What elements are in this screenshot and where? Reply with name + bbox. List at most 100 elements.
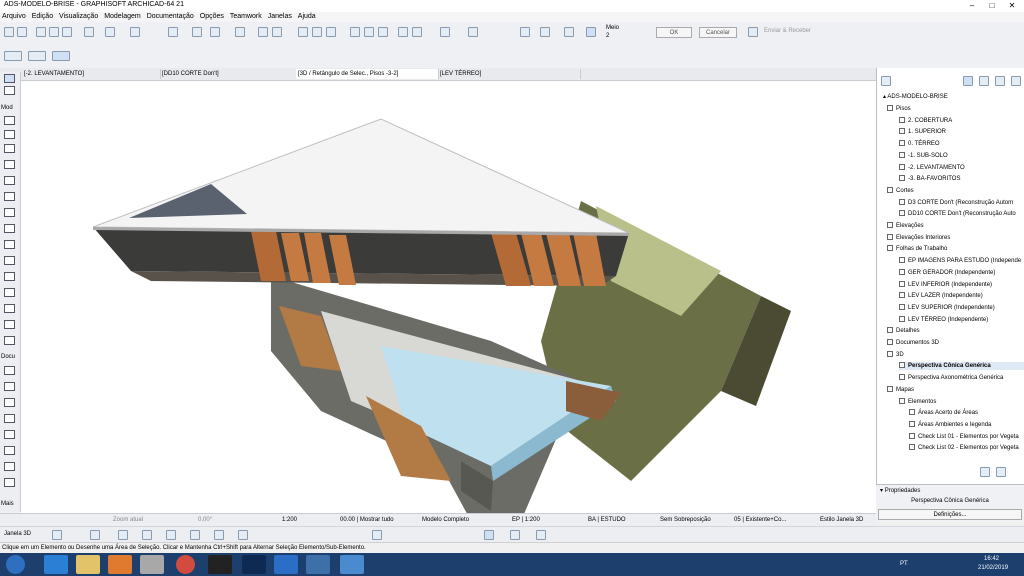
tree-item[interactable]: Check List 02 - Elementos por Vegeta (909, 444, 1019, 452)
clone-view-icon[interactable] (996, 467, 1006, 477)
tree-item[interactable]: EP IMAGENS PARA ESTUDO (Independe (899, 257, 1021, 265)
3d-viewport[interactable] (21, 81, 876, 513)
settings-button[interactable]: Definições... (878, 509, 1022, 520)
photoshop-icon[interactable] (242, 555, 266, 574)
explore-icon[interactable] (238, 530, 248, 540)
railing-tool-icon[interactable] (4, 224, 15, 233)
curtain-wall-tool-icon[interactable] (4, 288, 15, 297)
slab-tool-icon[interactable] (4, 192, 15, 201)
file-explorer-icon[interactable] (76, 555, 100, 574)
tree-item[interactable]: -1. SUB-SOLO (899, 151, 948, 160)
redo-icon[interactable] (17, 27, 27, 37)
archicad-icon[interactable] (306, 555, 330, 574)
walk-icon[interactable] (118, 530, 128, 540)
pick-icon[interactable] (36, 27, 46, 37)
menu-visualizacao[interactable]: Visualização (57, 12, 100, 22)
arrow-tool-icon[interactable] (4, 74, 15, 83)
drag-icon[interactable] (350, 27, 360, 37)
outlook-icon[interactable] (274, 555, 298, 574)
maximize-icon[interactable]: □ (982, 0, 1002, 12)
menu-documentacao[interactable]: Documentação (145, 12, 196, 22)
menu-arquivo[interactable]: Arquivo (0, 12, 28, 22)
tab-dd10-corte[interactable]: [DD10 CORTE Don't] (160, 69, 297, 79)
rotate-icon[interactable] (364, 27, 374, 37)
view-map-icon[interactable] (979, 76, 989, 86)
arc-tool-icon[interactable] (4, 462, 15, 471)
language-indicator[interactable]: PT (900, 561, 908, 567)
chrome-icon[interactable] (176, 555, 195, 574)
tree-item[interactable]: Elevações (887, 222, 924, 230)
door-tool-icon[interactable] (4, 130, 15, 139)
align-icon[interactable] (412, 27, 422, 37)
archicad-2-icon[interactable] (340, 555, 364, 574)
cutting-plane-icon[interactable] (484, 530, 494, 540)
split-icon[interactable] (298, 27, 308, 37)
acrobat-icon[interactable] (208, 555, 232, 574)
tree-item[interactable]: Detalhes (887, 327, 920, 335)
tree-item[interactable]: DD10 CORTE Don't (Reconstrução Auto (899, 210, 1016, 218)
orbit-3d-icon[interactable] (142, 530, 152, 540)
tree-item[interactable]: Folhas de Trabalho (887, 245, 947, 253)
tree-item[interactable]: Documentos 3D (887, 339, 939, 347)
zoom-label[interactable]: Zoom atual (113, 517, 143, 523)
start-icon[interactable] (6, 555, 25, 574)
line-tool-icon[interactable] (4, 446, 15, 455)
menu-teamwork[interactable]: Teamwork (228, 12, 264, 22)
camera-icon[interactable] (372, 530, 382, 540)
layout-book-icon[interactable] (995, 76, 1005, 86)
tree-item[interactable]: 2. COBERTURA (899, 116, 952, 125)
3d-window-icon[interactable] (52, 530, 62, 540)
project-map-icon[interactable] (963, 76, 973, 86)
tab-lev-terreo[interactable]: [LEV TÉRREO] (438, 69, 581, 79)
layer-combination-select[interactable]: 00.00 | Mostrar tudo (340, 517, 394, 523)
tree-item[interactable]: Áreas Ambientes e legenda (909, 420, 991, 429)
beam-tool-icon[interactable] (4, 176, 15, 185)
tree-item[interactable]: 1. SUPERIOR (899, 128, 946, 136)
tree-item[interactable]: D3 CORTE Don't (Reconstrução Autom (899, 198, 1013, 207)
fill-tool-icon[interactable] (4, 430, 15, 439)
lock-icon[interactable] (235, 27, 245, 37)
3d-style-select[interactable]: Estilo Janela 3D (820, 517, 863, 523)
skylight-tool-icon[interactable] (4, 272, 15, 281)
tree-item[interactable]: Perspectiva Axonométrica Genérica (899, 374, 1003, 382)
tab-3d-view[interactable]: [3D / Retângulo de Selec., Pisos -3-2] (296, 69, 439, 79)
tree-root[interactable]: ▴ ADS-MODELO-BRISE (883, 93, 948, 101)
fit-in-window-icon[interactable] (90, 530, 100, 540)
roof-tool-icon[interactable] (4, 240, 15, 249)
mirror-icon[interactable] (378, 27, 388, 37)
menu-edicao[interactable]: Edição (30, 12, 55, 22)
tree-item[interactable]: -3. BA-FAVORITOS (899, 175, 960, 183)
media-player-icon[interactable] (108, 555, 132, 574)
tree-item[interactable]: Áreas Acerto de Áreas (909, 409, 978, 417)
ok-button[interactable]: OK (656, 27, 692, 38)
window-3d-label[interactable]: Janela 3D (4, 531, 31, 537)
guide-icon[interactable] (84, 27, 94, 37)
text-tool-icon[interactable] (4, 398, 15, 407)
level-dimension-tool-icon[interactable] (4, 382, 15, 391)
cursor-icon[interactable] (192, 27, 202, 37)
gravity-icon[interactable] (130, 27, 140, 37)
menu-janelas[interactable]: Janelas (266, 12, 294, 22)
menu-ajuda[interactable]: Ajuda (296, 12, 318, 22)
cancel-button[interactable]: Cancelar (699, 27, 737, 38)
clock-date[interactable]: 21/02/2019 (978, 565, 1008, 571)
publisher-icon[interactable] (1011, 76, 1021, 86)
send-receive-button[interactable]: Enviar & Receber (764, 28, 811, 34)
zoom-fit-icon[interactable] (564, 27, 574, 37)
syringe-icon[interactable] (62, 27, 72, 37)
arc-icon[interactable] (520, 27, 530, 37)
snap-icon[interactable] (105, 27, 115, 37)
document-icon[interactable] (140, 555, 164, 574)
tree-item[interactable]: Elementos (899, 397, 936, 406)
group-icon[interactable] (258, 27, 268, 37)
zoom-in-icon[interactable] (190, 530, 200, 540)
tree-item[interactable]: Check List 01 - Elementos por Vegeta (909, 432, 1019, 441)
tree-item[interactable]: 0. TÉRREO (899, 140, 940, 148)
fill-icon[interactable] (468, 27, 478, 37)
marquee-tool-icon[interactable] (4, 86, 15, 95)
intersect-icon[interactable] (326, 27, 336, 37)
tree-item[interactable]: Mapas (887, 385, 914, 394)
tab-levantamento[interactable]: [-2. LEVANTAMENTO] (22, 69, 161, 79)
tree-item[interactable]: 3D (887, 350, 904, 359)
pan-icon[interactable] (166, 530, 176, 540)
